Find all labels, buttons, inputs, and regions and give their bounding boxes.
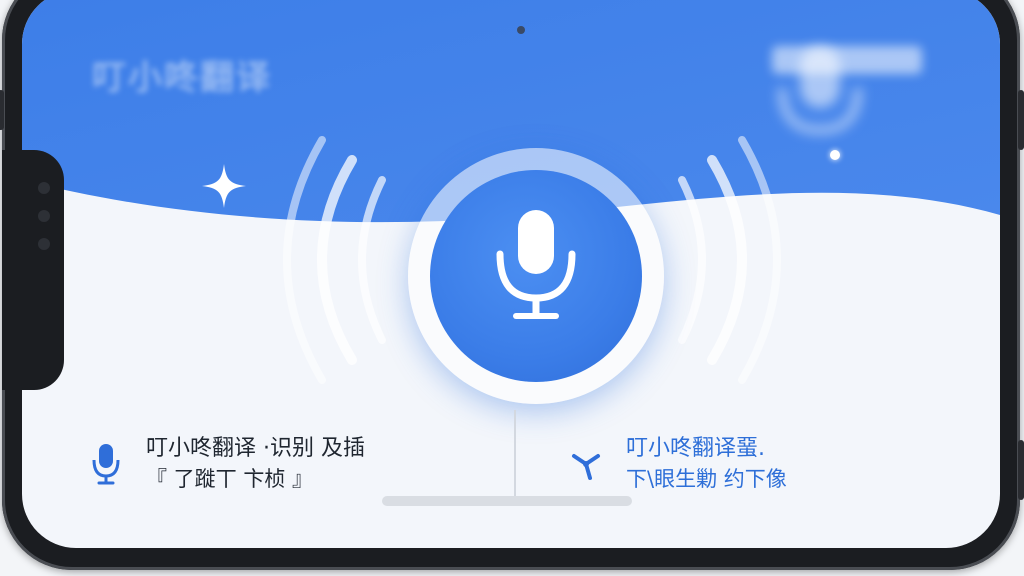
card-divider <box>514 410 516 498</box>
camera-notch <box>2 150 64 390</box>
sensor-dot <box>38 210 50 222</box>
record-button-core <box>430 170 642 382</box>
branch-share-icon <box>562 440 610 488</box>
translation-card-subtitle: 下\眼生勦 约下像 <box>626 467 787 491</box>
translation-card-title: 叮小咚翻译蝁. <box>626 436 765 461</box>
sensor-dot <box>38 182 50 194</box>
front-camera <box>517 26 525 34</box>
voice-card-title: 叮小咚翻译 ·识别 及插 <box>146 436 365 461</box>
voice-card-subtitle: 『 了蹝丅 卞桢 』 <box>146 467 314 491</box>
home-indicator[interactable] <box>382 496 632 506</box>
side-button <box>0 90 4 130</box>
side-button <box>1018 440 1024 500</box>
sparkle-icon <box>202 164 246 208</box>
sensor-dot <box>38 238 50 250</box>
phone-frame: 叮小咚翻译 叮小咚翻译 ·识别 及插 『 了蹝丅 卞桢 』 叮小咚翻译蝁. 下\… <box>0 0 1024 570</box>
app-screen: 叮小咚翻译 叮小咚翻译 ·识别 及插 『 了蹝丅 卞桢 』 叮小咚翻译蝁. 下\… <box>22 0 1000 548</box>
record-button[interactable] <box>408 148 664 404</box>
side-button <box>1018 90 1024 150</box>
app-title: 叮小咚翻译 <box>92 58 272 98</box>
microphone-icon <box>82 440 130 488</box>
microphone-icon <box>496 210 576 319</box>
sparkle-dot-icon <box>830 150 840 160</box>
